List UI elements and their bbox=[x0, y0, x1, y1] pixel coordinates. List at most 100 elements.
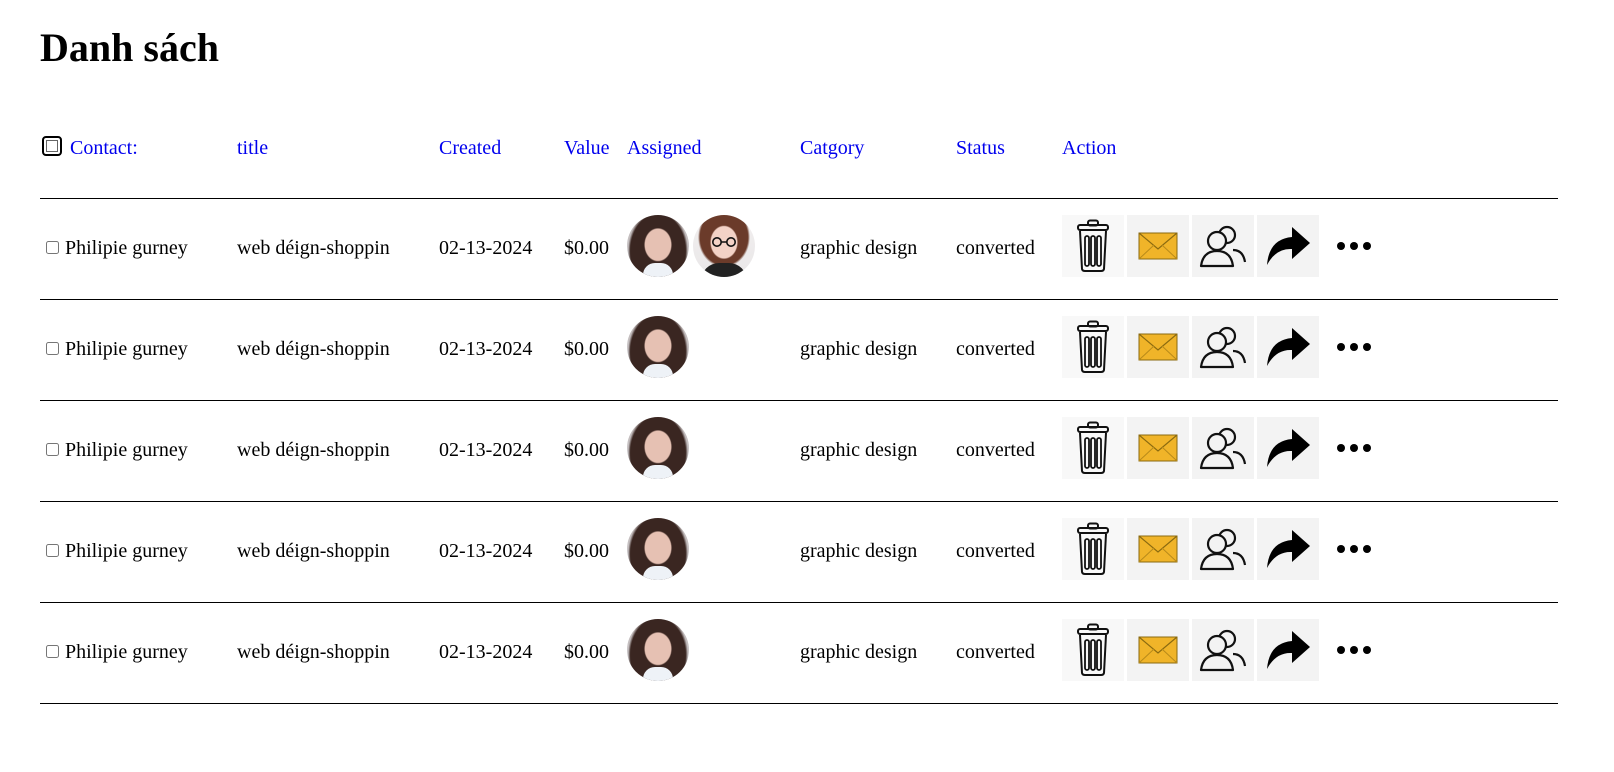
row-category: graphic design bbox=[800, 540, 918, 562]
assignee-avatar[interactable] bbox=[627, 518, 689, 580]
users-icon bbox=[1199, 326, 1247, 369]
row-category: graphic design bbox=[800, 338, 918, 360]
row-checkbox[interactable] bbox=[46, 544, 59, 557]
row-category: graphic design bbox=[800, 237, 918, 259]
more-icon bbox=[1337, 646, 1371, 654]
table-row: Philipie gurney web déign-shoppin 02-13-… bbox=[40, 603, 1558, 704]
mail-icon bbox=[1138, 434, 1178, 462]
row-checkbox[interactable] bbox=[46, 443, 59, 456]
select-all-checkbox[interactable] bbox=[42, 136, 62, 156]
share-icon bbox=[1267, 530, 1310, 568]
email-button[interactable] bbox=[1127, 316, 1189, 378]
delete-button[interactable] bbox=[1062, 417, 1124, 479]
row-checkbox[interactable] bbox=[46, 342, 59, 355]
share-icon bbox=[1267, 227, 1310, 265]
row-created: 02-13-2024 bbox=[439, 338, 533, 360]
users-icon bbox=[1199, 528, 1247, 571]
more-icon bbox=[1337, 242, 1371, 250]
row-category: graphic design bbox=[800, 641, 918, 663]
assignee-avatar[interactable] bbox=[627, 316, 689, 378]
delete-button[interactable] bbox=[1062, 619, 1124, 681]
contact-name[interactable]: Philipie gurney bbox=[65, 437, 188, 463]
table-row: Philipie gurney web déign-shoppin 02-13-… bbox=[40, 502, 1558, 603]
row-checkbox[interactable] bbox=[46, 241, 59, 254]
assignee-avatar[interactable] bbox=[627, 215, 689, 277]
row-status: converted bbox=[956, 641, 1035, 663]
row-status: converted bbox=[956, 439, 1035, 461]
row-value: $0.00 bbox=[564, 338, 609, 360]
row-checkbox[interactable] bbox=[46, 645, 59, 658]
assign-users-button[interactable] bbox=[1192, 619, 1254, 681]
mail-icon bbox=[1138, 535, 1178, 563]
email-button[interactable] bbox=[1127, 215, 1189, 277]
more-options-button[interactable] bbox=[1323, 316, 1385, 378]
row-status: converted bbox=[956, 338, 1035, 360]
assignee-avatar[interactable] bbox=[627, 417, 689, 479]
more-icon bbox=[1337, 444, 1371, 452]
share-button[interactable] bbox=[1257, 417, 1319, 479]
row-value: $0.00 bbox=[564, 237, 609, 259]
more-icon bbox=[1337, 545, 1371, 553]
mail-icon bbox=[1138, 333, 1178, 361]
contact-name[interactable]: Philipie gurney bbox=[65, 639, 188, 665]
page-title: Danh sách bbox=[40, 25, 219, 70]
contact-name[interactable]: Philipie gurney bbox=[65, 235, 188, 261]
users-icon bbox=[1199, 427, 1247, 470]
table-row: Philipie gurney web déign-shoppin 02-13-… bbox=[40, 300, 1558, 401]
share-icon bbox=[1267, 631, 1310, 669]
more-options-button[interactable] bbox=[1323, 619, 1385, 681]
header-action[interactable]: Action bbox=[1062, 136, 1116, 160]
more-icon bbox=[1337, 343, 1371, 351]
share-button[interactable] bbox=[1257, 518, 1319, 580]
assign-users-button[interactable] bbox=[1192, 518, 1254, 580]
header-assigned[interactable]: Assigned bbox=[627, 136, 701, 160]
email-button[interactable] bbox=[1127, 417, 1189, 479]
trash-icon bbox=[1077, 522, 1109, 575]
delete-button[interactable] bbox=[1062, 316, 1124, 378]
glasses-icon bbox=[712, 237, 736, 247]
more-options-button[interactable] bbox=[1323, 518, 1385, 580]
more-options-button[interactable] bbox=[1323, 215, 1385, 277]
row-title: web déign-shoppin bbox=[237, 641, 390, 663]
share-button[interactable] bbox=[1257, 316, 1319, 378]
assign-users-button[interactable] bbox=[1192, 417, 1254, 479]
users-icon bbox=[1199, 225, 1247, 268]
contact-name[interactable]: Philipie gurney bbox=[65, 538, 188, 564]
email-button[interactable] bbox=[1127, 619, 1189, 681]
email-button[interactable] bbox=[1127, 518, 1189, 580]
contact-name[interactable]: Philipie gurney bbox=[65, 336, 188, 362]
row-title: web déign-shoppin bbox=[237, 540, 390, 562]
delete-button[interactable] bbox=[1062, 215, 1124, 277]
trash-icon bbox=[1077, 219, 1109, 272]
trash-icon bbox=[1077, 320, 1109, 373]
row-value: $0.00 bbox=[564, 540, 609, 562]
more-options-button[interactable] bbox=[1323, 417, 1385, 479]
header-status[interactable]: Status bbox=[956, 136, 1005, 160]
row-title: web déign-shoppin bbox=[237, 338, 390, 360]
table-row: Philipie gurney web déign-shoppin 02-13-… bbox=[40, 401, 1558, 502]
header-created[interactable]: Created bbox=[439, 136, 501, 160]
assignee-avatar[interactable] bbox=[627, 619, 689, 681]
table-header: Contact: title Created Value Assigned Ca… bbox=[40, 128, 1558, 199]
header-contact[interactable]: Contact: bbox=[70, 136, 138, 160]
row-value: $0.00 bbox=[564, 439, 609, 461]
assign-users-button[interactable] bbox=[1192, 215, 1254, 277]
header-category[interactable]: Catgory bbox=[800, 136, 864, 160]
row-value: $0.00 bbox=[564, 641, 609, 663]
share-icon bbox=[1267, 328, 1310, 366]
share-button[interactable] bbox=[1257, 619, 1319, 681]
share-button[interactable] bbox=[1257, 215, 1319, 277]
row-status: converted bbox=[956, 540, 1035, 562]
share-icon bbox=[1267, 429, 1310, 467]
table-body: Philipie gurney web déign-shoppin 02-13-… bbox=[40, 199, 1558, 704]
trash-icon bbox=[1077, 421, 1109, 474]
page: Danh sách Contact: title Created Value A… bbox=[0, 0, 1614, 772]
header-title[interactable]: title bbox=[237, 136, 268, 160]
header-value[interactable]: Value bbox=[564, 136, 610, 160]
table-row: Philipie gurney web déign-shoppin 02-13-… bbox=[40, 199, 1558, 300]
row-category: graphic design bbox=[800, 439, 918, 461]
assign-users-button[interactable] bbox=[1192, 316, 1254, 378]
delete-button[interactable] bbox=[1062, 518, 1124, 580]
trash-icon bbox=[1077, 623, 1109, 676]
assignee-avatar[interactable] bbox=[693, 215, 755, 277]
